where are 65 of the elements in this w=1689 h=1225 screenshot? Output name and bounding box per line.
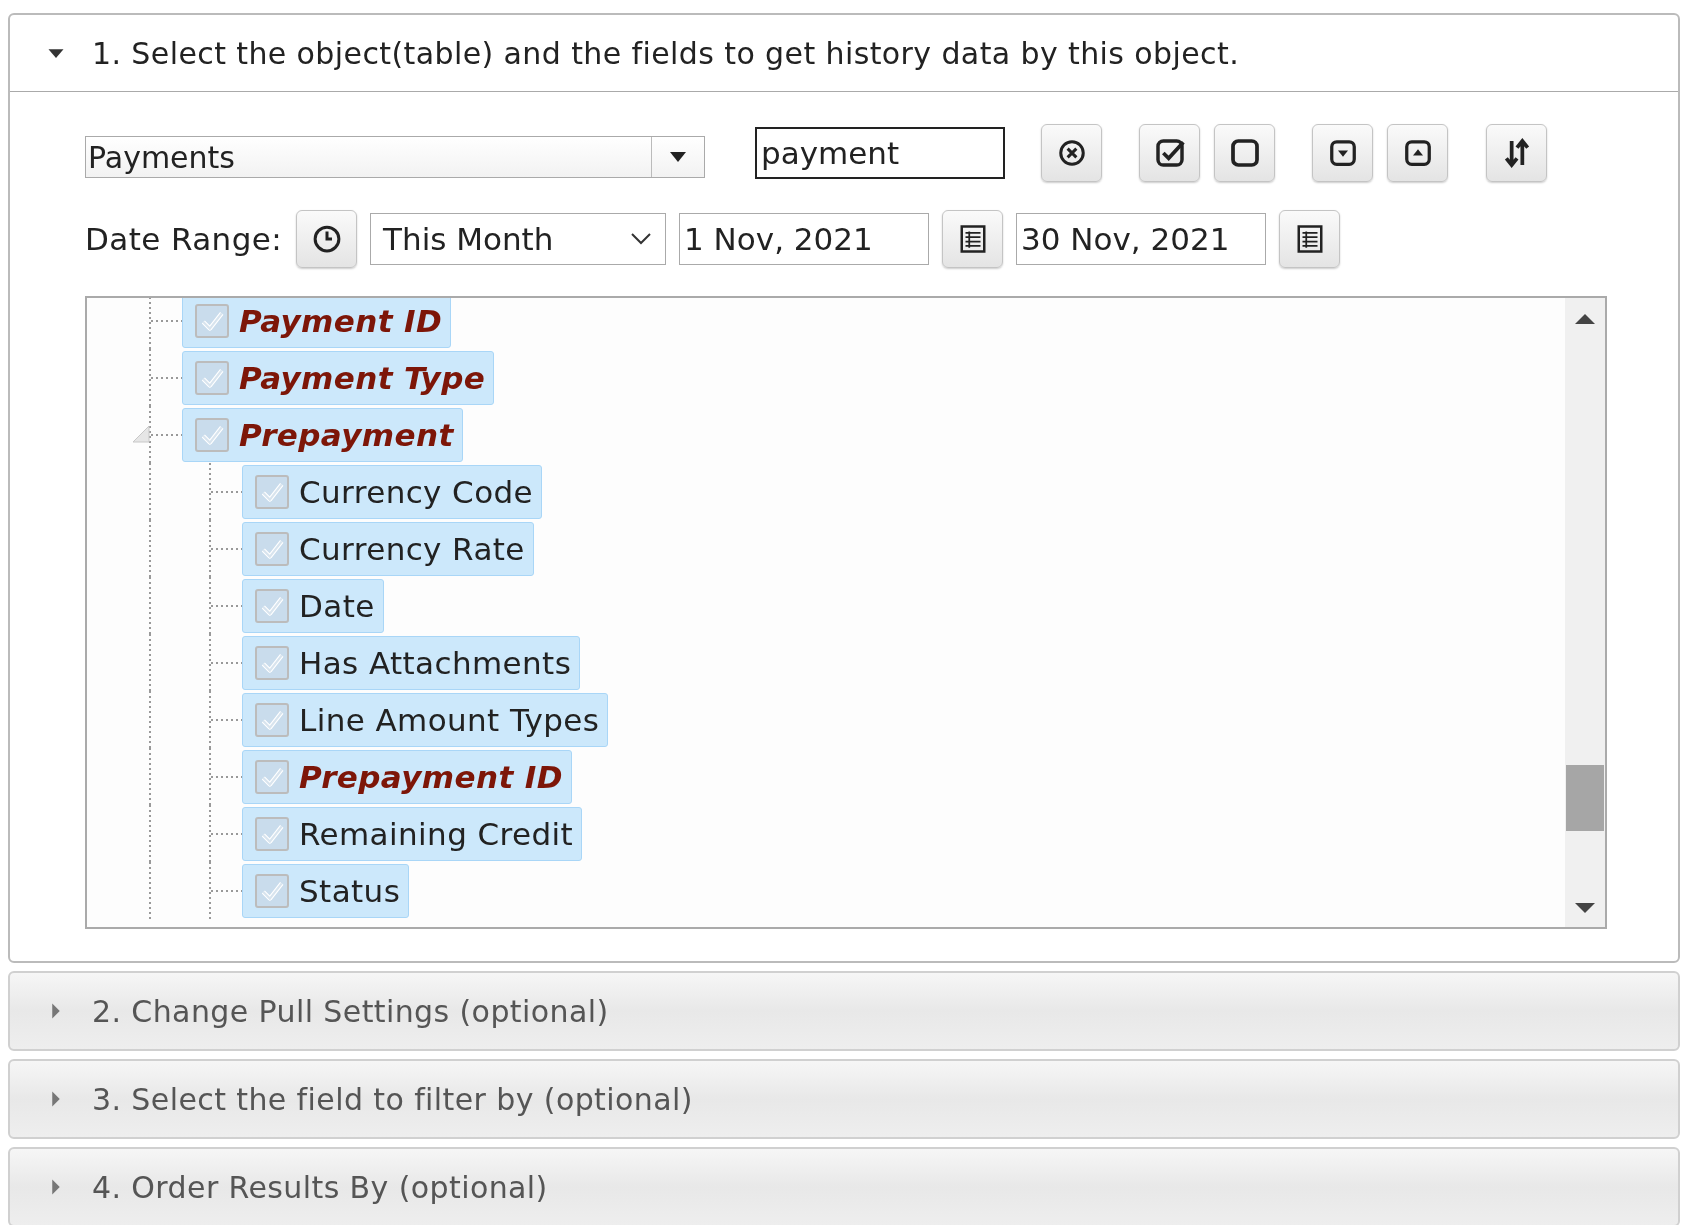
clear-icon: [1056, 138, 1087, 168]
checkbox[interactable]: [255, 646, 289, 680]
search-field[interactable]: payment: [755, 127, 1005, 179]
checkbox[interactable]: [255, 589, 289, 623]
field-node[interactable]: Prepayment ID: [242, 750, 572, 804]
check-all-button[interactable]: [1139, 124, 1200, 182]
chevron-down-icon: [631, 233, 652, 245]
checkbox[interactable]: [195, 361, 229, 395]
field-label: Currency Rate: [299, 531, 525, 567]
object-dropdown[interactable]: Payments: [85, 136, 705, 178]
checked-box-icon: [1153, 137, 1186, 169]
field-label: Currency Code: [299, 474, 534, 510]
dropdown-arrow-icon: [670, 152, 686, 162]
field-node[interactable]: Prepayment: [182, 408, 463, 462]
uncheck-all-button[interactable]: [1214, 124, 1275, 182]
field-node[interactable]: Status: [242, 864, 410, 918]
scrollbar-thumb[interactable]: [1566, 765, 1604, 831]
field-node[interactable]: Payment Type: [182, 351, 495, 405]
field-label: Line Amount Types: [299, 702, 600, 738]
field-label: Remaining Credit: [299, 816, 574, 852]
field-label: Prepayment ID: [299, 759, 563, 795]
sort-button[interactable]: [1486, 124, 1547, 182]
section-header[interactable]: 2. Change Pull Settings (optional): [10, 973, 1678, 1049]
collapse-all-button[interactable]: [1387, 124, 1448, 182]
checkbox[interactable]: [255, 532, 289, 566]
field-node[interactable]: Currency Code: [242, 465, 543, 519]
section-header[interactable]: 4. Order Results By (optional): [10, 1149, 1678, 1225]
checkbox[interactable]: [255, 874, 289, 908]
clear-button[interactable]: [1041, 124, 1102, 182]
checkbox[interactable]: [255, 817, 289, 851]
expand-all-button[interactable]: [1312, 124, 1373, 182]
field-label: Prepayment: [239, 417, 454, 453]
field-node[interactable]: Date: [242, 579, 384, 633]
end-date-field[interactable]: 30 Nov, 2021: [1016, 213, 1267, 265]
scroll-up-icon[interactable]: [1575, 314, 1595, 324]
checkbox[interactable]: [255, 760, 289, 794]
field-label: Status: [299, 873, 401, 909]
field-label: Has Attachments: [299, 645, 572, 681]
scrollbar[interactable]: [1565, 298, 1605, 927]
calendar-button[interactable]: [942, 210, 1004, 268]
checkbox[interactable]: [195, 418, 229, 452]
field-label: Payment ID: [239, 303, 443, 339]
collapse-box-icon: [1402, 138, 1433, 168]
clock-icon: [311, 224, 342, 254]
checkbox[interactable]: [255, 703, 289, 737]
date-range-label: Date Range:: [85, 221, 283, 257]
clock-button[interactable]: [296, 210, 358, 268]
field-node[interactable]: Remaining Credit: [242, 807, 583, 861]
field-node[interactable]: Has Attachments: [242, 636, 581, 690]
scroll-down-icon[interactable]: [1575, 903, 1595, 913]
start-date-field[interactable]: 1 Nov, 2021: [679, 213, 930, 265]
field-label: Date: [299, 588, 375, 624]
period-dropdown[interactable]: This Month: [370, 213, 667, 265]
section-header[interactable]: 1. Select the object(table) and the fields to get history data by this object.: [10, 15, 1678, 92]
field-label: Payment Type: [239, 360, 486, 396]
field-node[interactable]: Line Amount Types: [242, 693, 609, 747]
field-node[interactable]: Payment ID: [182, 298, 452, 348]
field-node[interactable]: Currency Rate: [242, 522, 534, 576]
checkbox[interactable]: [255, 475, 289, 509]
section-header[interactable]: 3. Select the field to filter by (optional): [10, 1061, 1678, 1137]
calendar-button[interactable]: [1279, 210, 1341, 268]
checkbox[interactable]: [195, 304, 229, 338]
expand-box-icon: [1327, 138, 1358, 168]
empty-box-icon: [1228, 137, 1261, 169]
expander-icon[interactable]: [131, 424, 151, 444]
